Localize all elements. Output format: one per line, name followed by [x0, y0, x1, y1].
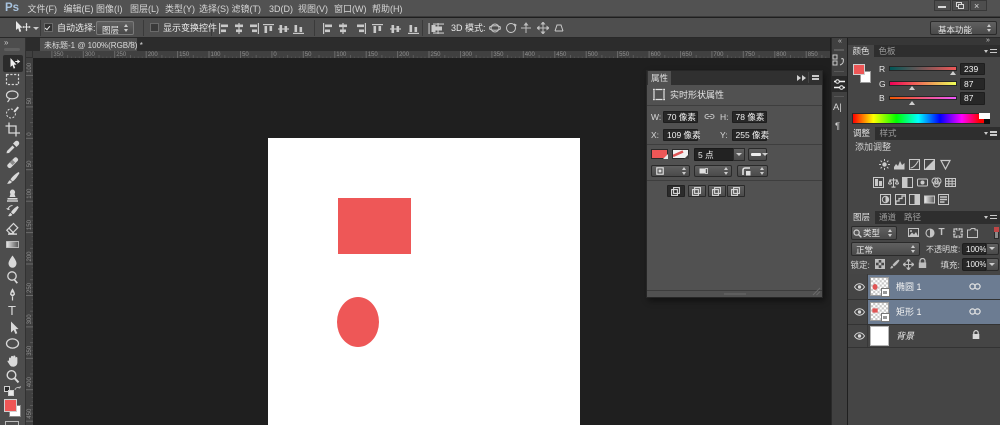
svg-text:0: 0	[27, 132, 33, 136]
svg-text:400: 400	[525, 52, 536, 58]
svg-text:300: 300	[27, 314, 33, 325]
svg-text:150: 150	[27, 219, 33, 230]
svg-text:250: 250	[116, 52, 127, 58]
svg-text:400: 400	[27, 377, 33, 388]
svg-text:100: 100	[27, 62, 33, 73]
svg-text:800: 800	[776, 52, 787, 58]
svg-text:650: 650	[682, 52, 693, 58]
svg-text:350: 350	[27, 345, 33, 356]
svg-text:250: 250	[431, 52, 442, 58]
svg-text:150: 150	[179, 52, 190, 58]
svg-text:T: T	[8, 303, 16, 318]
svg-text:500: 500	[588, 52, 599, 58]
svg-text:600: 600	[651, 52, 662, 58]
svg-text:300: 300	[85, 52, 96, 58]
svg-text:450: 450	[556, 52, 567, 58]
svg-text:50: 50	[27, 160, 33, 167]
svg-text:700: 700	[713, 52, 724, 58]
svg-text:750: 750	[745, 52, 756, 58]
svg-text:150: 150	[368, 52, 379, 58]
svg-text:100: 100	[27, 188, 33, 199]
svg-text:250: 250	[27, 282, 33, 293]
svg-text:100: 100	[211, 52, 222, 58]
svg-text:550: 550	[619, 52, 630, 58]
svg-text:450: 450	[27, 408, 33, 419]
svg-text:200: 200	[27, 251, 33, 262]
svg-text:200: 200	[399, 52, 410, 58]
svg-text:350: 350	[53, 52, 64, 58]
svg-text:850: 850	[808, 52, 819, 58]
svg-text:350: 350	[493, 52, 504, 58]
svg-text:100: 100	[336, 52, 347, 58]
svg-text:300: 300	[462, 52, 473, 58]
svg-text:50: 50	[27, 97, 33, 104]
svg-text:200: 200	[148, 52, 159, 58]
